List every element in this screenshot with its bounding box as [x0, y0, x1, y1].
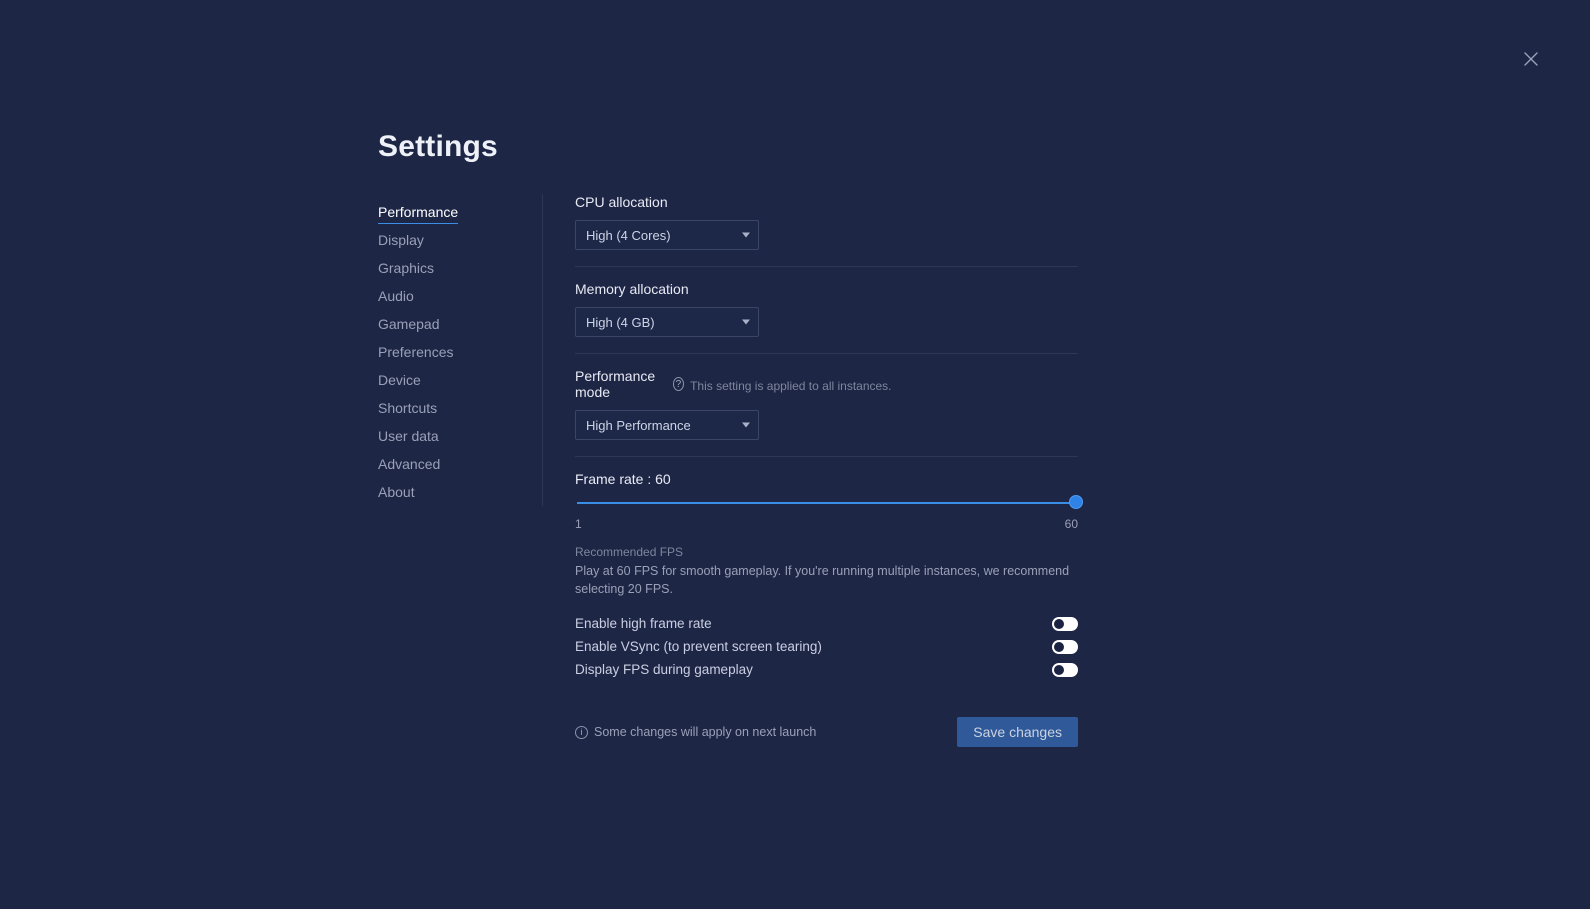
sidebar-item-advanced[interactable]: Advanced	[378, 450, 524, 478]
help-icon[interactable]: ?	[673, 377, 684, 391]
settings-main: CPU allocation High (4 Cores) Memory all…	[543, 194, 1078, 747]
sidebar-item-shortcuts[interactable]: Shortcuts	[378, 394, 524, 422]
toggle-row-display-fps: Display FPS during gameplay	[575, 658, 1078, 681]
performance-mode-sublabel: This setting is applied to all instances…	[690, 379, 1078, 393]
slider-track	[577, 502, 1076, 504]
section-frame-rate: Frame rate : 60 1 60 Recommended FPS Pla…	[575, 457, 1078, 681]
memory-allocation-label: Memory allocation	[575, 281, 1078, 297]
save-changes-button[interactable]: Save changes	[957, 717, 1078, 747]
close-button[interactable]	[1520, 48, 1542, 70]
cpu-allocation-select[interactable]: High (4 Cores)	[575, 220, 759, 250]
sidebar-item-performance[interactable]: Performance	[378, 198, 524, 226]
close-icon	[1523, 51, 1539, 67]
settings-sidebar: Performance Display Graphics Audio Gamep…	[378, 194, 543, 506]
section-memory-allocation: Memory allocation High (4 GB)	[575, 267, 1078, 354]
sidebar-item-gamepad[interactable]: Gamepad	[378, 310, 524, 338]
caret-down-icon	[742, 233, 750, 238]
settings-footer: i Some changes will apply on next launch…	[575, 717, 1078, 747]
memory-allocation-select[interactable]: High (4 GB)	[575, 307, 759, 337]
frame-rate-label: Frame rate : 60	[575, 471, 1078, 487]
enable-vsync-toggle[interactable]	[1052, 640, 1078, 654]
settings-page: Settings Performance Display Graphics Au…	[378, 130, 1078, 747]
enable-high-frame-rate-toggle[interactable]	[1052, 617, 1078, 631]
section-cpu-allocation: CPU allocation High (4 Cores)	[575, 194, 1078, 267]
sidebar-item-graphics[interactable]: Graphics	[378, 254, 524, 282]
display-fps-toggle[interactable]	[1052, 663, 1078, 677]
caret-down-icon	[742, 320, 750, 325]
memory-allocation-value: High (4 GB)	[586, 315, 655, 330]
frame-rate-max: 60	[1065, 517, 1078, 531]
toggle-row-high-frame-rate: Enable high frame rate	[575, 612, 1078, 635]
sidebar-item-user-data[interactable]: User data	[378, 422, 524, 450]
page-title: Settings	[378, 130, 1078, 164]
section-performance-mode: Performance mode ? This setting is appli…	[575, 354, 1078, 457]
recommended-fps-body: Play at 60 FPS for smooth gameplay. If y…	[575, 562, 1078, 598]
footer-note: i Some changes will apply on next launch	[575, 725, 816, 739]
sidebar-item-about[interactable]: About	[378, 478, 524, 506]
enable-high-frame-rate-label: Enable high frame rate	[575, 616, 712, 631]
slider-thumb[interactable]	[1069, 495, 1083, 509]
sidebar-item-display[interactable]: Display	[378, 226, 524, 254]
sidebar-item-audio[interactable]: Audio	[378, 282, 524, 310]
enable-vsync-label: Enable VSync (to prevent screen tearing)	[575, 639, 822, 654]
frame-rate-min: 1	[575, 517, 582, 531]
performance-mode-value: High Performance	[586, 418, 691, 433]
sidebar-item-device[interactable]: Device	[378, 366, 524, 394]
toggle-row-vsync: Enable VSync (to prevent screen tearing)	[575, 635, 1078, 658]
caret-down-icon	[742, 423, 750, 428]
display-fps-label: Display FPS during gameplay	[575, 662, 753, 677]
performance-mode-select[interactable]: High Performance	[575, 410, 759, 440]
cpu-allocation-label: CPU allocation	[575, 194, 1078, 210]
frame-rate-slider[interactable]	[577, 495, 1076, 513]
info-icon: i	[575, 726, 588, 739]
recommended-fps-title: Recommended FPS	[575, 545, 1078, 559]
cpu-allocation-value: High (4 Cores)	[586, 228, 671, 243]
sidebar-item-preferences[interactable]: Preferences	[378, 338, 524, 366]
performance-mode-label: Performance mode ? This setting is appli…	[575, 368, 1078, 400]
